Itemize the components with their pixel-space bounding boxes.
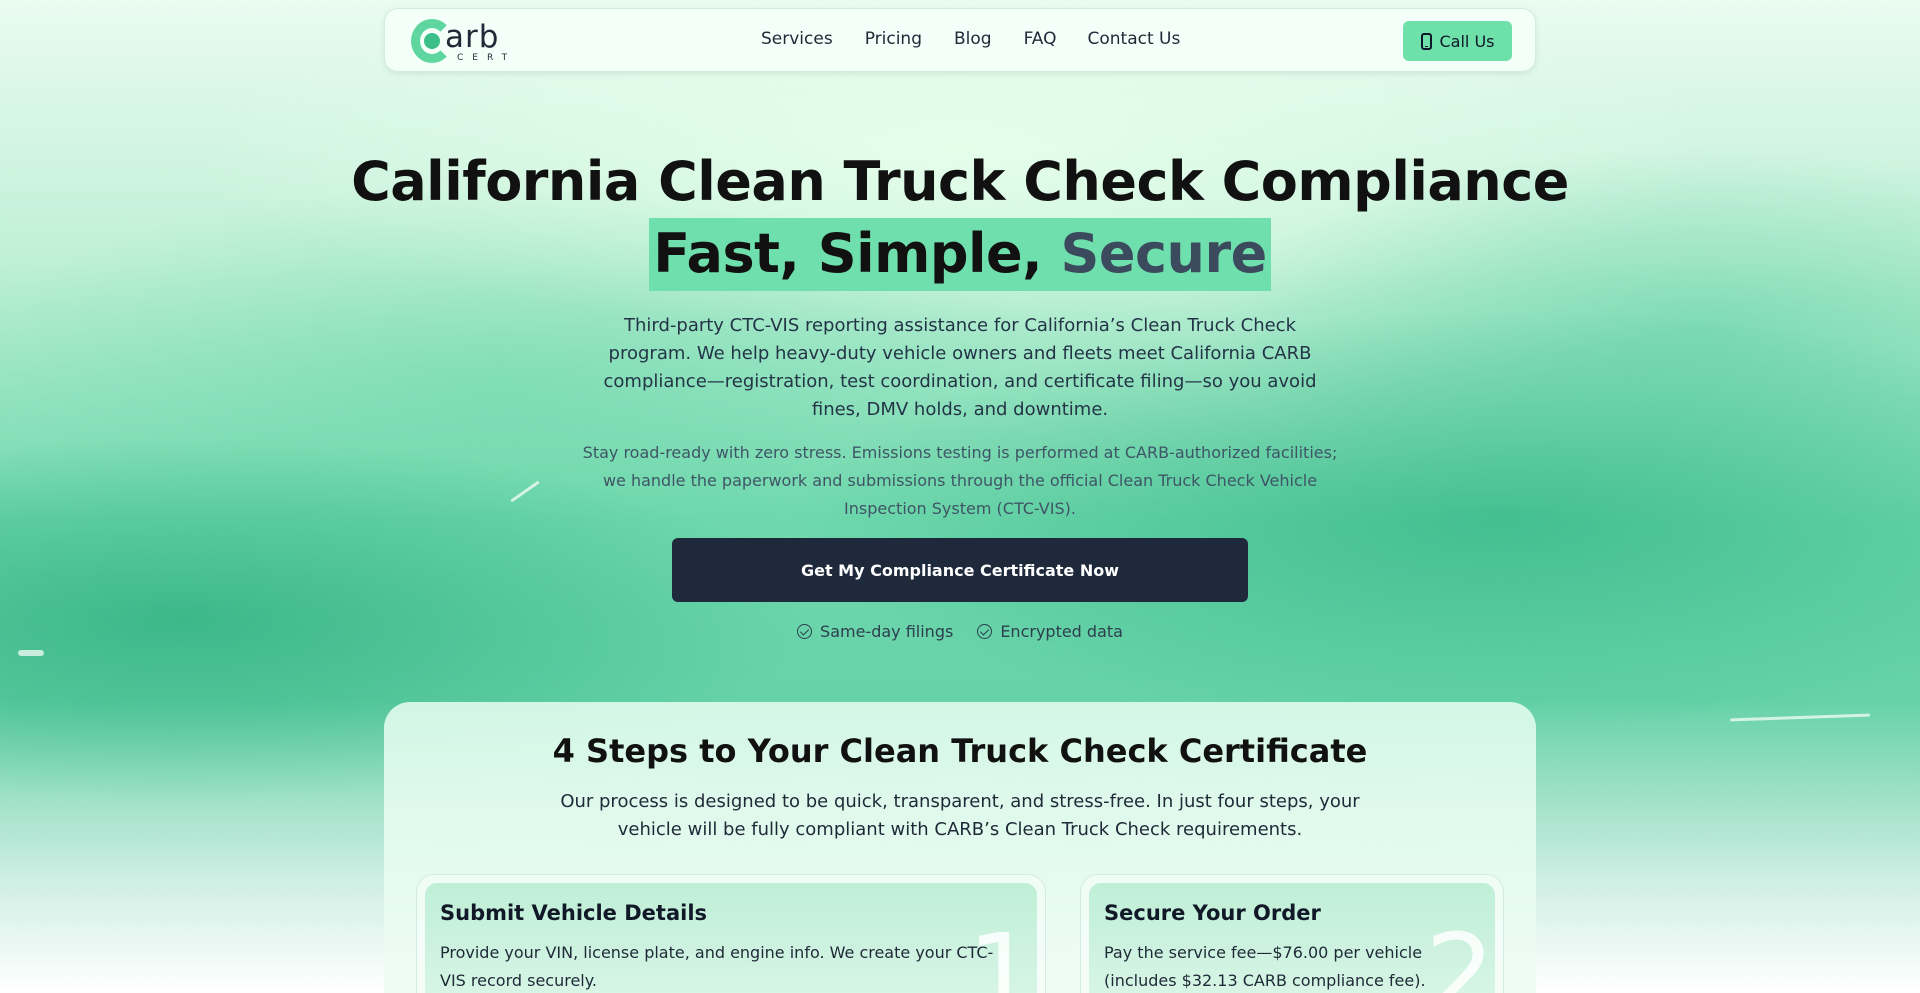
- hero-highlight-accent: Secure: [1060, 222, 1267, 285]
- step-card-title: Submit Vehicle Details: [440, 901, 708, 925]
- top-navbar: arb CERT Services Pricing Blog FAQ Conta…: [384, 8, 1536, 72]
- hero-description: Third-party CTC-VIS reporting assistance…: [603, 315, 1317, 420]
- call-us-label: Call Us: [1439, 31, 1495, 51]
- step-card-1: Submit Vehicle Details Provide your VIN,…: [416, 874, 1046, 993]
- nav-link-blog[interactable]: Blog: [954, 29, 992, 49]
- nav-link-faq[interactable]: FAQ: [1024, 29, 1057, 49]
- step-card-inner: Secure Your Order Pay the service fee—$7…: [1089, 883, 1495, 993]
- background-streak: [1729, 713, 1871, 722]
- trust-badges: Same-day filings Encrypted data: [0, 622, 1920, 641]
- step-card-2: Secure Your Order Pay the service fee—$7…: [1080, 874, 1504, 993]
- hero-highlight-main: Fast, Simple,: [653, 222, 1061, 285]
- nav-link-pricing[interactable]: Pricing: [865, 29, 922, 49]
- steps-title: 4 Steps to Your Clean Truck Check Certif…: [552, 732, 1368, 770]
- step-card-inner: Submit Vehicle Details Provide your VIN,…: [425, 883, 1037, 993]
- badge-same-day: Same-day filings: [797, 622, 953, 641]
- step-card-body: Pay the service fee—$76.00 per vehicle (…: [1104, 943, 1426, 990]
- nav-link-contact[interactable]: Contact Us: [1088, 29, 1181, 49]
- logo-subtext: CERT: [457, 53, 517, 63]
- hero-subtext: Stay road-ready with zero stress. Emissi…: [582, 443, 1338, 518]
- logo-text: arb: [445, 19, 500, 55]
- step-card-number: 2: [1425, 910, 1495, 993]
- badge-encrypted: Encrypted data: [977, 622, 1123, 641]
- hero-title: California Clean Truck Check Compliance: [351, 150, 1569, 213]
- badge-label: Same-day filings: [820, 622, 954, 641]
- background-streak: [18, 650, 44, 656]
- get-certificate-button[interactable]: Get My Compliance Certificate Now: [672, 538, 1248, 602]
- badge-label: Encrypted data: [1000, 622, 1123, 641]
- logo-pin-icon: [424, 33, 440, 49]
- nav-links: Services Pricing Blog FAQ Contact Us: [761, 29, 1212, 49]
- carb-cert-logo[interactable]: arb CERT: [411, 19, 523, 65]
- hero-highlight: Fast, Simple, Secure: [649, 218, 1271, 291]
- check-circle-icon: [797, 624, 813, 639]
- check-circle-icon: [977, 624, 993, 639]
- step-card-number: 1: [967, 910, 1037, 993]
- step-card-title: Secure Your Order: [1104, 901, 1321, 925]
- call-us-button[interactable]: Call Us: [1403, 21, 1512, 61]
- steps-description: Our process is designed to be quick, tra…: [560, 791, 1360, 840]
- nav-link-services[interactable]: Services: [761, 29, 833, 49]
- step-card-body: Provide your VIN, license plate, and eng…: [440, 943, 994, 990]
- background-streak: [510, 480, 540, 503]
- hero-highlight-row: Fast, Simple, Secure: [0, 218, 1920, 291]
- phone-icon: [1420, 32, 1432, 50]
- steps-section: 4 Steps to Your Clean Truck Check Certif…: [384, 702, 1536, 993]
